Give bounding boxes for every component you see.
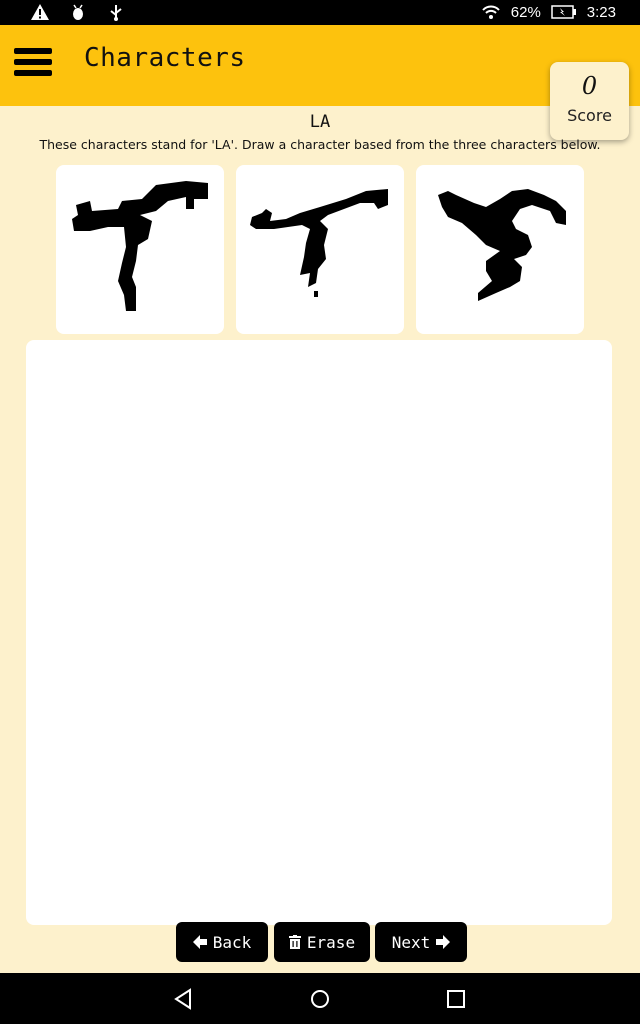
clock: 3:23	[586, 3, 616, 21]
hamburger-menu-icon[interactable]	[14, 48, 52, 80]
back-triangle-icon[interactable]	[170, 985, 198, 1013]
wifi-icon	[482, 5, 500, 19]
drawing-canvas[interactable]	[26, 340, 612, 925]
character-name: LA	[309, 112, 331, 132]
next-button-label: Next	[391, 932, 431, 952]
character-glyph-1-icon	[72, 181, 208, 311]
debug-icon	[73, 4, 83, 20]
home-circle-icon[interactable]	[306, 985, 334, 1013]
erase-button[interactable]: Erase	[274, 922, 370, 962]
page-title: Characters	[84, 43, 246, 73]
alert-icon	[31, 4, 49, 20]
navigation-bar	[0, 973, 640, 1024]
status-bar: 62% 3:23	[0, 0, 640, 25]
back-button[interactable]: Back	[176, 922, 268, 962]
sample-character-1	[56, 165, 224, 334]
trash-icon	[288, 935, 301, 949]
sample-character-3	[416, 165, 584, 334]
next-button[interactable]: Next	[375, 922, 467, 962]
score-value: 0	[581, 72, 598, 100]
character-glyph-2-icon	[250, 189, 388, 297]
character-glyph-3-icon	[438, 189, 566, 301]
erase-button-label: Erase	[306, 932, 356, 952]
arrow-right-icon	[436, 935, 451, 949]
recents-square-icon[interactable]	[442, 985, 470, 1013]
battery-icon	[551, 5, 576, 19]
sample-characters	[56, 165, 586, 334]
arrow-left-icon	[192, 935, 207, 949]
usb-icon	[110, 5, 122, 21]
instructions-text: These characters stand for 'LA'. Draw a …	[39, 137, 601, 152]
app-bar: Characters	[0, 25, 640, 106]
battery-percent: 62%	[510, 3, 541, 21]
back-button-label: Back	[212, 932, 252, 952]
sample-character-2	[236, 165, 404, 334]
